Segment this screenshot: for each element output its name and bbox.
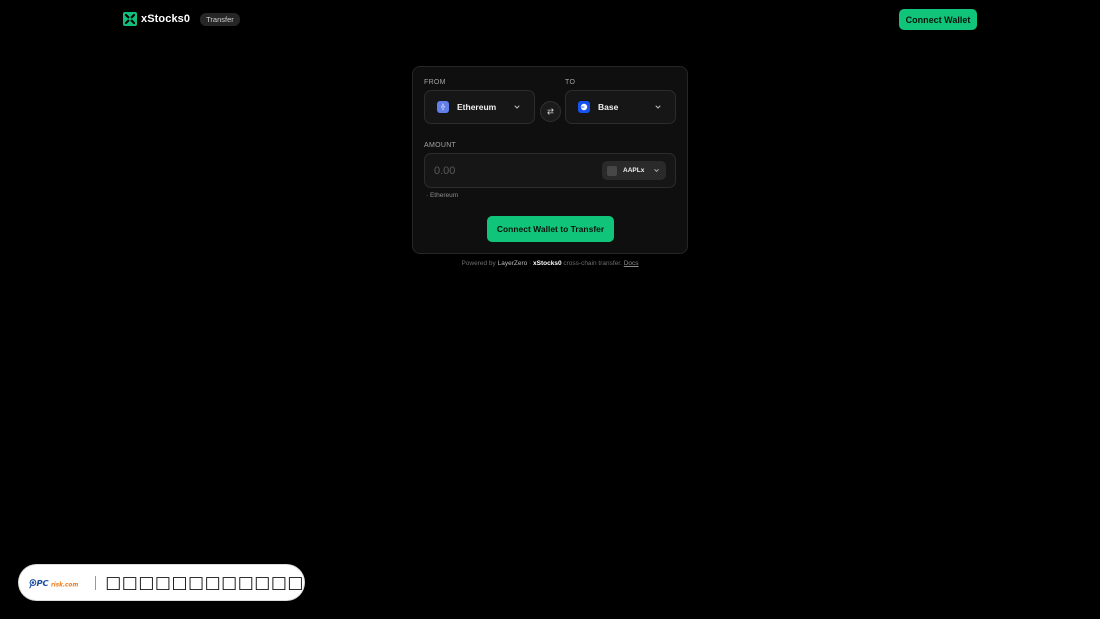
docs-link[interactable]: Docs: [624, 260, 639, 267]
chevron-down-icon: [654, 169, 659, 173]
powered-by-footer: Powered by LayerZero · xStocks0 cross-ch…: [412, 260, 688, 267]
footer-separator: ·: [529, 260, 532, 267]
from-chain-name: Ethereum: [457, 102, 497, 112]
from-chain-select[interactable]: ⟠ Ethereum: [424, 90, 535, 124]
top-bar: xStocks0 Transfer Connect Wallet: [0, 0, 1100, 40]
chevron-down-icon: [655, 105, 661, 109]
base-icon: [578, 101, 590, 113]
to-label: TO: [565, 79, 576, 86]
chevron-down-icon: [514, 105, 520, 109]
apple-icon: [607, 165, 617, 176]
swap-chains-button[interactable]: [540, 101, 561, 122]
connect-wallet-button[interactable]: Connect Wallet: [899, 9, 977, 30]
connect-wallet-to-transfer-button[interactable]: Connect Wallet to Transfer: [487, 216, 614, 242]
page-tag-badge: Transfer: [200, 12, 240, 26]
amount-label: AMOUNT: [424, 142, 457, 149]
token-name: AAPLx: [623, 167, 645, 174]
footer-brand: xStocks0: [533, 260, 562, 267]
transfer-card: FROM TO ⟠ Ethereum Base AMOUNT AAPLx: [412, 66, 688, 254]
watermark-caption: □□□□□□□□□□□□: [105, 572, 304, 593]
svg-text:risk.com: risk.com: [51, 582, 78, 588]
to-chain-name: Base: [598, 102, 619, 112]
footer-description: cross-chain transfer.: [563, 260, 622, 267]
swap-arrows-icon: [547, 108, 554, 115]
amount-input[interactable]: [434, 162, 584, 180]
amount-field: AAPLx: [424, 153, 676, 188]
svg-text:PC: PC: [36, 578, 49, 588]
brand[interactable]: xStocks0 Transfer: [123, 12, 240, 26]
source-chain-hint: · Ethereum: [426, 192, 459, 199]
pcrisk-logo: PC risk.com: [29, 578, 78, 588]
provider-name: LayerZero: [497, 260, 528, 267]
pcrisk-watermark: PC risk.com □□□□□□□□□□□□: [19, 565, 304, 600]
xstocks-logo-icon: [123, 12, 137, 26]
ethereum-icon: ⟠: [437, 101, 449, 113]
brand-name: xStocks0: [141, 13, 191, 25]
token-select[interactable]: AAPLx: [602, 161, 666, 180]
powered-prefix: Powered by: [461, 260, 496, 267]
from-label: FROM: [424, 79, 446, 86]
to-chain-select[interactable]: Base: [565, 90, 676, 124]
